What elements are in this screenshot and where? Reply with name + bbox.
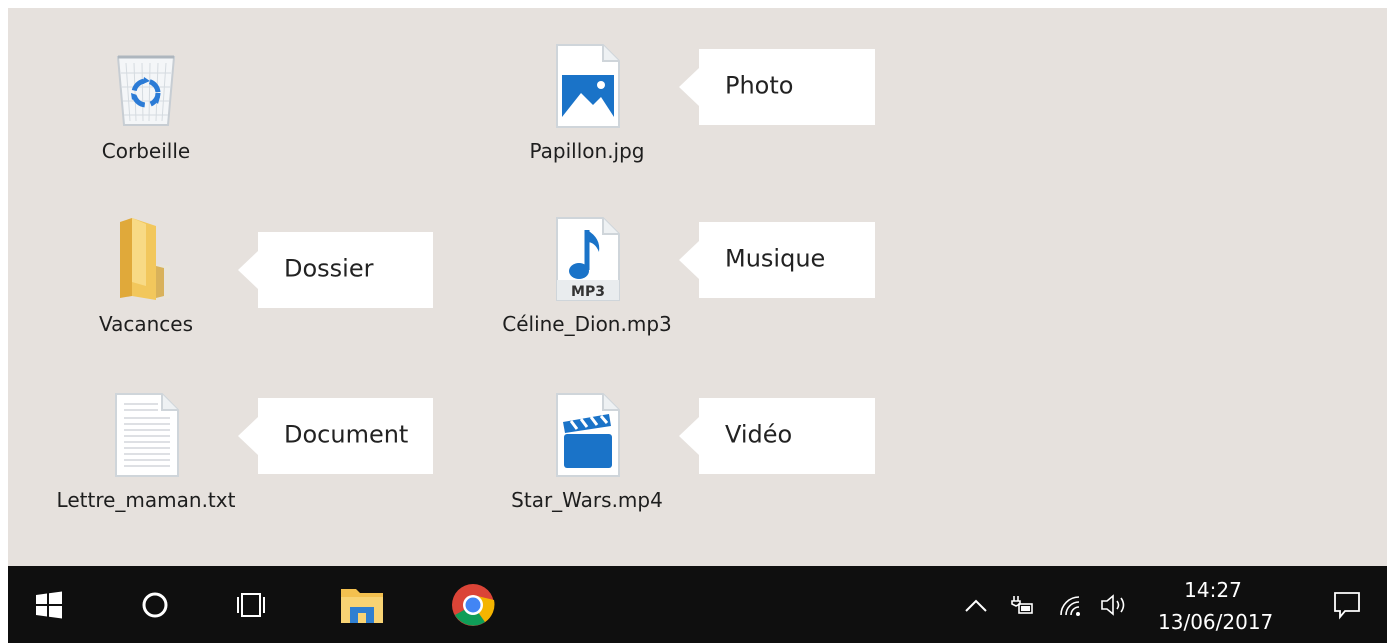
folder-icon [120, 218, 170, 300]
cortana-button[interactable] [130, 566, 180, 643]
callout-text: Vidéo [725, 420, 793, 449]
desktop-icon-lettre-maman-txt[interactable]: Lettre_maman.txt [51, 392, 241, 522]
volume-icon [1101, 593, 1125, 616]
desktop-icon-papillon-jpg[interactable]: Papillon.jpg [492, 43, 682, 173]
start-button[interactable] [24, 566, 74, 643]
clock-date: 13/06/2017 [1158, 610, 1274, 634]
callout-text: Musique [725, 244, 826, 273]
desktop-icon-celine-dion-mp3[interactable]: MP3 Céline_Dion.mp3 [492, 216, 682, 346]
clock[interactable]: 14:27 13/06/2017 [1158, 574, 1274, 638]
file-explorer-button[interactable] [334, 566, 390, 643]
icon-label: Papillon.jpg [529, 139, 645, 163]
task-view-button[interactable] [226, 566, 276, 643]
tray-overflow-button[interactable] [958, 566, 994, 643]
icon-label: Star_Wars.mp4 [511, 488, 663, 512]
desktop-icon-recycle-bin[interactable]: Corbeille [51, 43, 241, 173]
wifi-icon [1060, 595, 1080, 616]
desktop[interactable]: Corbeille Papillon.jpg Photo Vacances Do… [8, 8, 1387, 566]
callout-document: Document [238, 398, 433, 474]
action-center-icon [1334, 591, 1360, 619]
callout-video: Vidéo [679, 398, 875, 474]
wifi-button[interactable] [1052, 566, 1088, 643]
desktop-icon-vacances[interactable]: Vacances [51, 216, 241, 346]
task-view-icon [237, 592, 265, 617]
callout-text: Dossier [284, 254, 374, 283]
callout-text: Document [284, 420, 409, 449]
desktop-icon-star-wars-mp4[interactable]: Star_Wars.mp4 [492, 392, 682, 522]
icon-label: Vacances [98, 312, 194, 336]
icon-label: Corbeille [101, 139, 191, 163]
recycle-bin-icon [116, 55, 176, 126]
windows-start-icon [36, 591, 62, 618]
taskbar: 14:27 13/06/2017 [8, 566, 1387, 643]
callout-dossier: Dossier [238, 232, 433, 308]
volume-button[interactable] [1094, 566, 1134, 643]
callout-text: Photo [725, 71, 794, 100]
icon-label: Céline_Dion.mp3 [502, 312, 672, 336]
chevron-up-icon [965, 599, 987, 612]
icon-label: Lettre_maman.txt [56, 488, 236, 512]
mp3-file-icon: MP3 [556, 217, 620, 301]
video-file-icon [556, 393, 620, 477]
image-file-icon [556, 44, 620, 128]
action-center-button[interactable] [1324, 566, 1370, 643]
callout-photo: Photo [679, 49, 875, 125]
chrome-icon [452, 583, 495, 626]
callout-musique: Musique [679, 222, 875, 298]
cortana-search-icon [142, 592, 168, 617]
text-file-icon [115, 393, 179, 477]
file-explorer-icon [341, 588, 383, 623]
clock-time: 14:27 [1184, 578, 1242, 602]
battery-button[interactable] [1004, 566, 1040, 643]
battery-icon [1011, 595, 1033, 614]
chrome-button[interactable] [445, 566, 501, 643]
mp3-badge: MP3 [571, 284, 605, 300]
